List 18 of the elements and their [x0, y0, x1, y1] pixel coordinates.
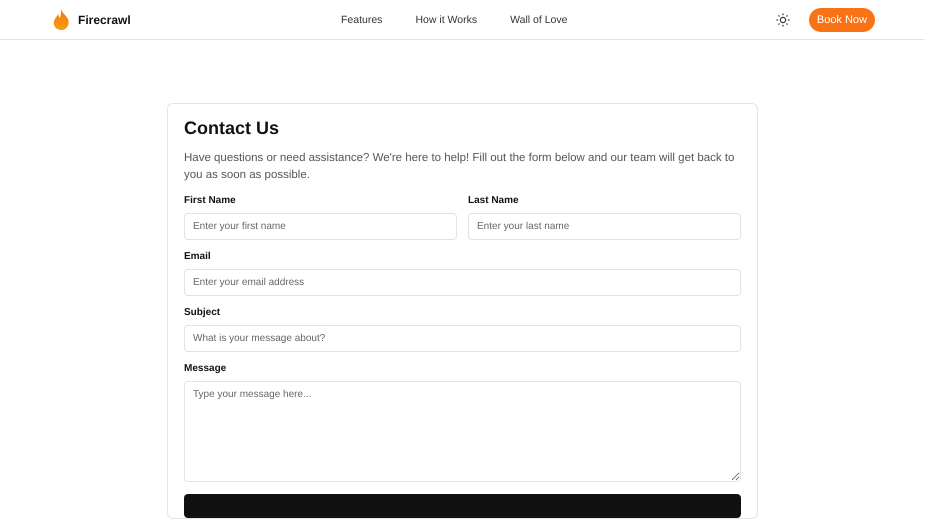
- intro-text: Have questions or need assistance? We're here to help! Fill out the form below and our team will get back to you as soon as possible.: [184, 151, 736, 183]
- input-field[interactable]: Enter your first name: [184, 213, 457, 240]
- input-field[interactable]: What is your message about?: [184, 325, 741, 352]
- field-label: Last Name: [468, 195, 520, 206]
- flame-icon: [53, 9, 70, 30]
- field-label: Message: [184, 363, 228, 374]
- field-label: First Name: [184, 195, 237, 206]
- sun-icon[interactable]: [776, 12, 790, 26]
- field-label: Subject: [184, 307, 222, 318]
- input-field[interactable]: Enter your last name: [468, 213, 741, 240]
- input-field[interactable]: Enter your email address: [184, 269, 741, 296]
- brand-name[interactable]: Firecrawl: [78, 12, 131, 26]
- field-label: Email: [184, 251, 212, 262]
- message-field[interactable]: Type your message here...: [184, 381, 741, 482]
- nav-link[interactable]: Features: [341, 14, 382, 26]
- form-title: Contact Us: [184, 118, 280, 139]
- nav-link[interactable]: Wall of Love: [510, 14, 568, 26]
- nav-link[interactable]: How it Works: [415, 14, 478, 26]
